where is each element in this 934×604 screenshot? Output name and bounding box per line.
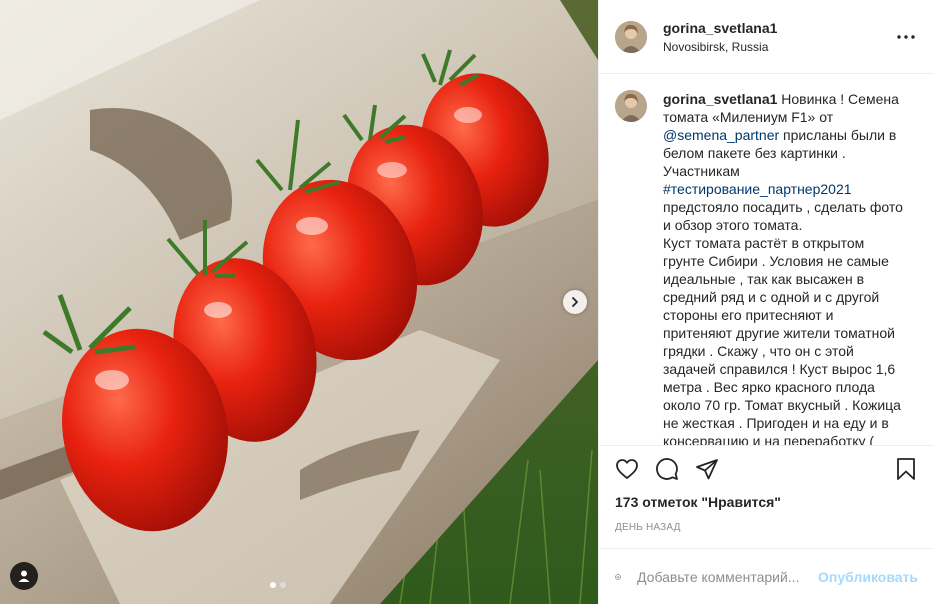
avatar[interactable] xyxy=(615,90,647,122)
more-options-button[interactable] xyxy=(894,25,918,49)
emoji-icon[interactable] xyxy=(615,565,621,589)
post-caption: gorina_svetlana1 Новинка ! Семена томата… xyxy=(615,90,918,445)
post-location[interactable]: Novosibirsk, Russia xyxy=(663,40,894,54)
user-tag-icon xyxy=(18,570,30,582)
tomatoes-on-birch-log-image xyxy=(0,0,598,604)
caption-hashtag-link[interactable]: #тестирование_партнер2021 xyxy=(663,181,852,197)
action-bar xyxy=(615,446,918,492)
caption-username[interactable]: gorina_svetlana1 xyxy=(663,91,777,107)
post-actions-area: 173 отметок "Нравится" День назад xyxy=(599,445,934,536)
post-timestamp[interactable]: День назад xyxy=(615,522,918,536)
carousel-dot xyxy=(280,582,286,588)
comment-input[interactable] xyxy=(637,568,819,585)
avatar-image xyxy=(615,90,647,122)
comment-icon[interactable] xyxy=(655,457,679,481)
instagram-post: gorina_svetlana1 Novosibirsk, Russia gor… xyxy=(0,0,934,604)
caption-mention-link[interactable]: @semena_partner xyxy=(663,127,779,143)
comments-section[interactable]: gorina_svetlana1 Новинка ! Семена томата… xyxy=(599,74,934,445)
add-comment-bar: Опубликовать xyxy=(599,548,934,604)
caption-text: gorina_svetlana1 Новинка ! Семена томата… xyxy=(663,90,903,445)
caption-text-part: предстояло посадить , сделать фото и обз… xyxy=(663,199,903,233)
publish-button[interactable]: Опубликовать xyxy=(818,569,918,585)
post-side-panel: gorina_svetlana1 Novosibirsk, Russia gor… xyxy=(598,0,934,604)
likes-count[interactable]: 173 отметок "Нравится" xyxy=(615,494,918,510)
next-slide-button[interactable] xyxy=(563,290,587,314)
more-options-icon xyxy=(897,34,915,39)
post-author-username[interactable]: gorina_svetlana1 xyxy=(663,20,894,36)
share-icon[interactable] xyxy=(695,457,719,481)
tagged-users-button[interactable] xyxy=(10,562,38,590)
caption-text-part: Куст томата растёт в открытом грунте Сиб… xyxy=(663,235,901,445)
heart-icon[interactable] xyxy=(615,457,639,481)
avatar[interactable] xyxy=(615,20,647,53)
avatar-image xyxy=(615,20,647,53)
carousel-indicator xyxy=(270,582,286,588)
post-photo[interactable] xyxy=(0,0,598,604)
bookmark-icon[interactable] xyxy=(894,457,918,481)
post-header: gorina_svetlana1 Novosibirsk, Russia xyxy=(599,0,934,74)
carousel-dot xyxy=(270,582,276,588)
chevron-right-icon xyxy=(572,297,578,307)
